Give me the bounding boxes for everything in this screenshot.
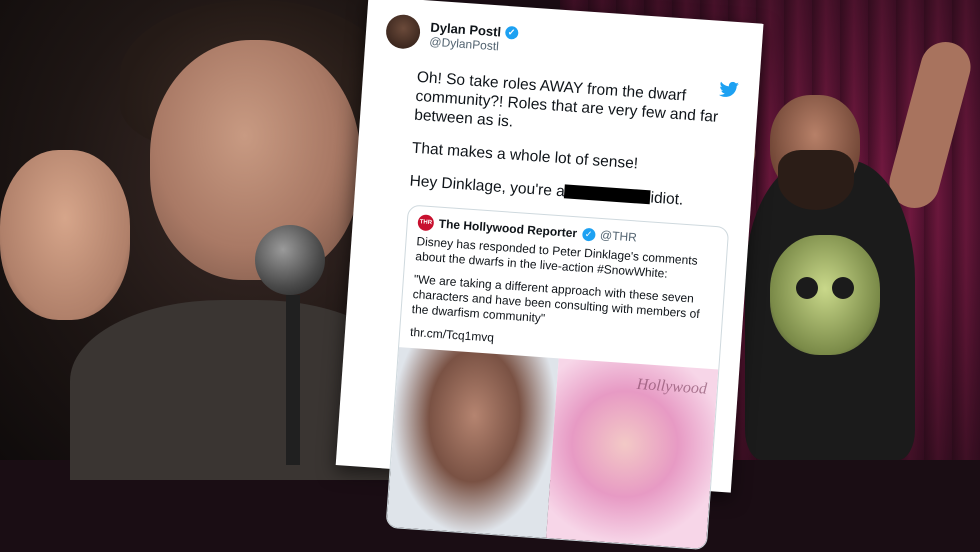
tweet-last-line-prefix: Hey Dinklage, you're a bbox=[409, 172, 566, 201]
quoted-media[interactable]: Hollywood bbox=[386, 347, 719, 550]
tweet-card: Dylan Postl ✓ @DylanPostl Oh! So take ro… bbox=[335, 0, 764, 551]
quoted-tweet-body: Disney has responded to Peter Dinklage's… bbox=[399, 231, 726, 369]
thr-logo: THR bbox=[417, 214, 435, 232]
raised-hand bbox=[0, 150, 130, 320]
microphone-icon bbox=[255, 225, 325, 295]
avatar[interactable] bbox=[384, 13, 422, 50]
quoted-handle: @THR bbox=[599, 227, 638, 245]
tweet-text: Oh! So take roles AWAY from the dwarf co… bbox=[409, 68, 739, 213]
tweet-paragraph: That makes a whole lot of sense! bbox=[411, 139, 639, 173]
tweet-header: Dylan Postl ✓ @DylanPostl bbox=[384, 13, 743, 73]
microphone-stand bbox=[286, 295, 300, 465]
skull-eye bbox=[796, 277, 818, 299]
quoted-tweet[interactable]: THR The Hollywood Reporter ✓ @THR Disney… bbox=[385, 204, 730, 551]
skull-eye bbox=[832, 277, 854, 299]
image-watermark: Hollywood bbox=[636, 375, 708, 398]
skull-shirt-graphic bbox=[770, 235, 880, 355]
verified-badge-icon: ✓ bbox=[504, 25, 519, 40]
tweet-last-line-suffix: idiot. bbox=[649, 189, 684, 209]
twitter-bird-icon[interactable] bbox=[718, 81, 739, 98]
redaction-bar bbox=[564, 184, 652, 205]
tweet-paragraph: Oh! So take roles AWAY from the dwarf co… bbox=[413, 68, 719, 131]
wrestler-beard bbox=[778, 150, 854, 210]
quoted-illustration: Hollywood bbox=[546, 358, 719, 550]
quoted-photo bbox=[386, 347, 559, 538]
person-face bbox=[150, 40, 360, 280]
verified-badge-icon: ✓ bbox=[581, 227, 596, 242]
author-names: Dylan Postl ✓ @DylanPostl bbox=[429, 19, 519, 54]
tweet-last-line: Hey Dinklage, you're a idiot. bbox=[409, 172, 732, 213]
